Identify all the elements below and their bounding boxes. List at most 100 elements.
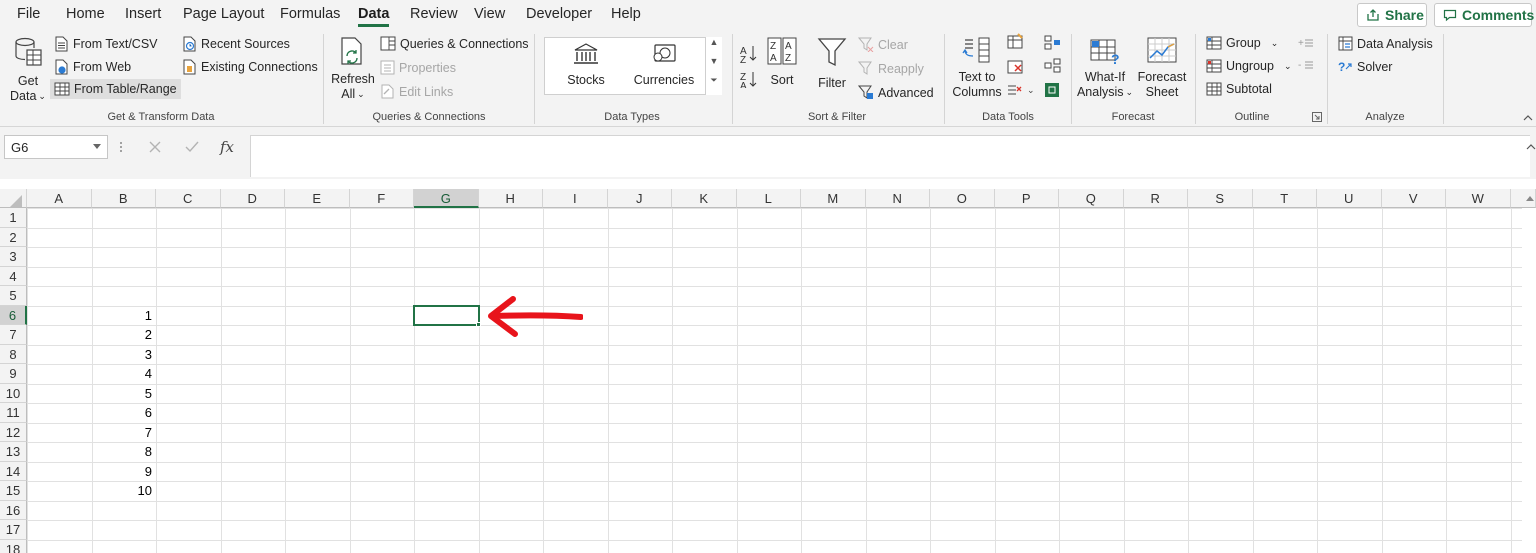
- share-button[interactable]: Share: [1357, 3, 1427, 27]
- column-header-e[interactable]: E: [285, 189, 350, 208]
- cell-b10[interactable]: 5: [92, 384, 152, 404]
- sort-az-za-icons[interactable]: AZZA: [740, 42, 760, 88]
- tab-formulas[interactable]: Formulas: [280, 6, 340, 22]
- data-analysis-button[interactable]: Data Analysis: [1338, 36, 1433, 51]
- column-header-i[interactable]: I: [543, 189, 608, 208]
- cell-b7[interactable]: 2: [92, 325, 152, 345]
- group-button[interactable]: Group ⌄: [1206, 36, 1278, 50]
- dialog-launcher-icon[interactable]: [1312, 112, 1322, 122]
- cell-b9[interactable]: 4: [92, 364, 152, 384]
- tab-page-layout[interactable]: Page Layout: [183, 6, 264, 22]
- formula-input[interactable]: [250, 135, 1530, 177]
- cell-b13[interactable]: 8: [92, 442, 152, 462]
- column-header-o[interactable]: O: [930, 189, 995, 208]
- data-tools-small-icons[interactable]: ⌄: [1005, 33, 1067, 107]
- row-header-18[interactable]: 18: [0, 539, 27, 553]
- row-header-8[interactable]: 8: [0, 344, 27, 364]
- row-header-11[interactable]: 11: [0, 403, 27, 423]
- cell-b14[interactable]: 9: [92, 462, 152, 482]
- tab-help[interactable]: Help: [611, 6, 641, 22]
- from-web-button[interactable]: From Web: [54, 59, 131, 75]
- advanced-filter-button[interactable]: Advanced: [858, 85, 934, 100]
- tab-insert[interactable]: Insert: [125, 6, 161, 22]
- show-hide-detail-icons[interactable]: +-: [1298, 36, 1314, 72]
- forecast-sheet-button[interactable]: Forecast Sheet: [1137, 36, 1187, 100]
- column-header-c[interactable]: C: [156, 189, 221, 208]
- row-header-14[interactable]: 14: [0, 461, 27, 481]
- refresh-all-button[interactable]: Refresh All ⌄: [331, 36, 375, 102]
- stocks-button[interactable]: Stocks: [556, 42, 616, 88]
- column-header-b[interactable]: B: [91, 189, 156, 208]
- row-header-12[interactable]: 12: [0, 422, 27, 442]
- row-header-2[interactable]: 2: [0, 227, 27, 247]
- get-data-button[interactable]: Get Data ⌄: [8, 36, 48, 104]
- ungroup-button[interactable]: Ungroup ⌄: [1206, 59, 1292, 73]
- from-table-range-button[interactable]: From Table/Range: [50, 79, 181, 99]
- column-header-s[interactable]: S: [1188, 189, 1253, 208]
- column-header-f[interactable]: F: [349, 189, 414, 208]
- tab-data[interactable]: Data: [358, 6, 390, 27]
- text-to-columns-button[interactable]: Text to Columns: [952, 36, 1002, 100]
- cancel-icon[interactable]: [148, 140, 162, 154]
- column-header-d[interactable]: D: [220, 189, 285, 208]
- row-header-17[interactable]: 17: [0, 520, 27, 540]
- gallery-scroll-down[interactable]: ▼: [705, 56, 722, 75]
- gallery-expand[interactable]: ⏷: [705, 75, 722, 95]
- filter-button[interactable]: Filter: [812, 36, 852, 91]
- column-header-m[interactable]: M: [801, 189, 866, 208]
- row-header-13[interactable]: 13: [0, 442, 27, 462]
- row-header-6[interactable]: 6: [0, 305, 27, 325]
- cell-b11[interactable]: 6: [92, 403, 152, 423]
- row-header-3[interactable]: 3: [0, 247, 27, 267]
- column-header-j[interactable]: J: [607, 189, 672, 208]
- solver-button[interactable]: ? Solver: [1338, 59, 1392, 75]
- comments-button[interactable]: Comments: [1434, 3, 1534, 27]
- what-if-analysis-button[interactable]: ? What-If Analysis ⌄: [1077, 36, 1133, 100]
- name-box-dropdown-icon[interactable]: [93, 144, 101, 150]
- column-header-h[interactable]: H: [478, 189, 543, 208]
- currencies-button[interactable]: Currencies: [630, 42, 698, 88]
- tab-home[interactable]: Home: [66, 6, 105, 22]
- row-header-5[interactable]: 5: [0, 286, 27, 306]
- column-header-r[interactable]: R: [1123, 189, 1188, 208]
- enter-check-icon[interactable]: [184, 140, 200, 154]
- row-header-4[interactable]: 4: [0, 266, 27, 286]
- column-header-n[interactable]: N: [865, 189, 930, 208]
- row-header-10[interactable]: 10: [0, 383, 27, 403]
- subtotal-button[interactable]: Subtotal: [1206, 82, 1272, 96]
- column-header-g[interactable]: G: [414, 189, 479, 208]
- tab-file[interactable]: File: [17, 6, 40, 22]
- collapse-ribbon-icon[interactable]: [1522, 114, 1534, 122]
- properties-button[interactable]: Properties: [380, 60, 456, 75]
- tab-view[interactable]: View: [474, 6, 505, 22]
- row-header-9[interactable]: 9: [0, 364, 27, 384]
- clear-filter-button[interactable]: Clear: [858, 37, 908, 52]
- formula-bar-grip-icon[interactable]: [119, 141, 123, 153]
- existing-connections-button[interactable]: Existing Connections: [182, 59, 318, 75]
- column-header-w[interactable]: W: [1446, 189, 1511, 208]
- collapse-formula-bar-icon[interactable]: [1526, 143, 1536, 151]
- row-header-15[interactable]: 15: [0, 481, 27, 501]
- from-text-csv-button[interactable]: From Text/CSV: [54, 36, 158, 52]
- select-all-icon[interactable]: [9, 194, 23, 208]
- edit-links-button[interactable]: Edit Links: [380, 84, 453, 99]
- row-header-16[interactable]: 16: [0, 500, 27, 520]
- selected-cell[interactable]: [413, 304, 480, 326]
- reapply-button[interactable]: Reapply: [858, 61, 924, 76]
- cell-b6[interactable]: 1: [92, 306, 152, 326]
- cell-b8[interactable]: 3: [92, 345, 152, 365]
- fill-handle[interactable]: [475, 322, 481, 327]
- row-header-1[interactable]: 1: [0, 208, 27, 228]
- column-header-q[interactable]: Q: [1059, 189, 1124, 208]
- tab-developer[interactable]: Developer: [526, 6, 592, 22]
- column-header-v[interactable]: V: [1381, 189, 1446, 208]
- column-header-u[interactable]: U: [1317, 189, 1382, 208]
- cell-b15[interactable]: 10: [92, 481, 152, 501]
- column-header-l[interactable]: L: [736, 189, 801, 208]
- tab-review[interactable]: Review: [410, 6, 458, 22]
- row-header-7[interactable]: 7: [0, 325, 27, 345]
- queries-connections-button[interactable]: Queries & Connections: [380, 36, 529, 51]
- sort-button[interactable]: ZAAZ Sort: [764, 36, 800, 88]
- gallery-scroll-up[interactable]: ▲: [705, 37, 722, 56]
- cell-b12[interactable]: 7: [92, 423, 152, 443]
